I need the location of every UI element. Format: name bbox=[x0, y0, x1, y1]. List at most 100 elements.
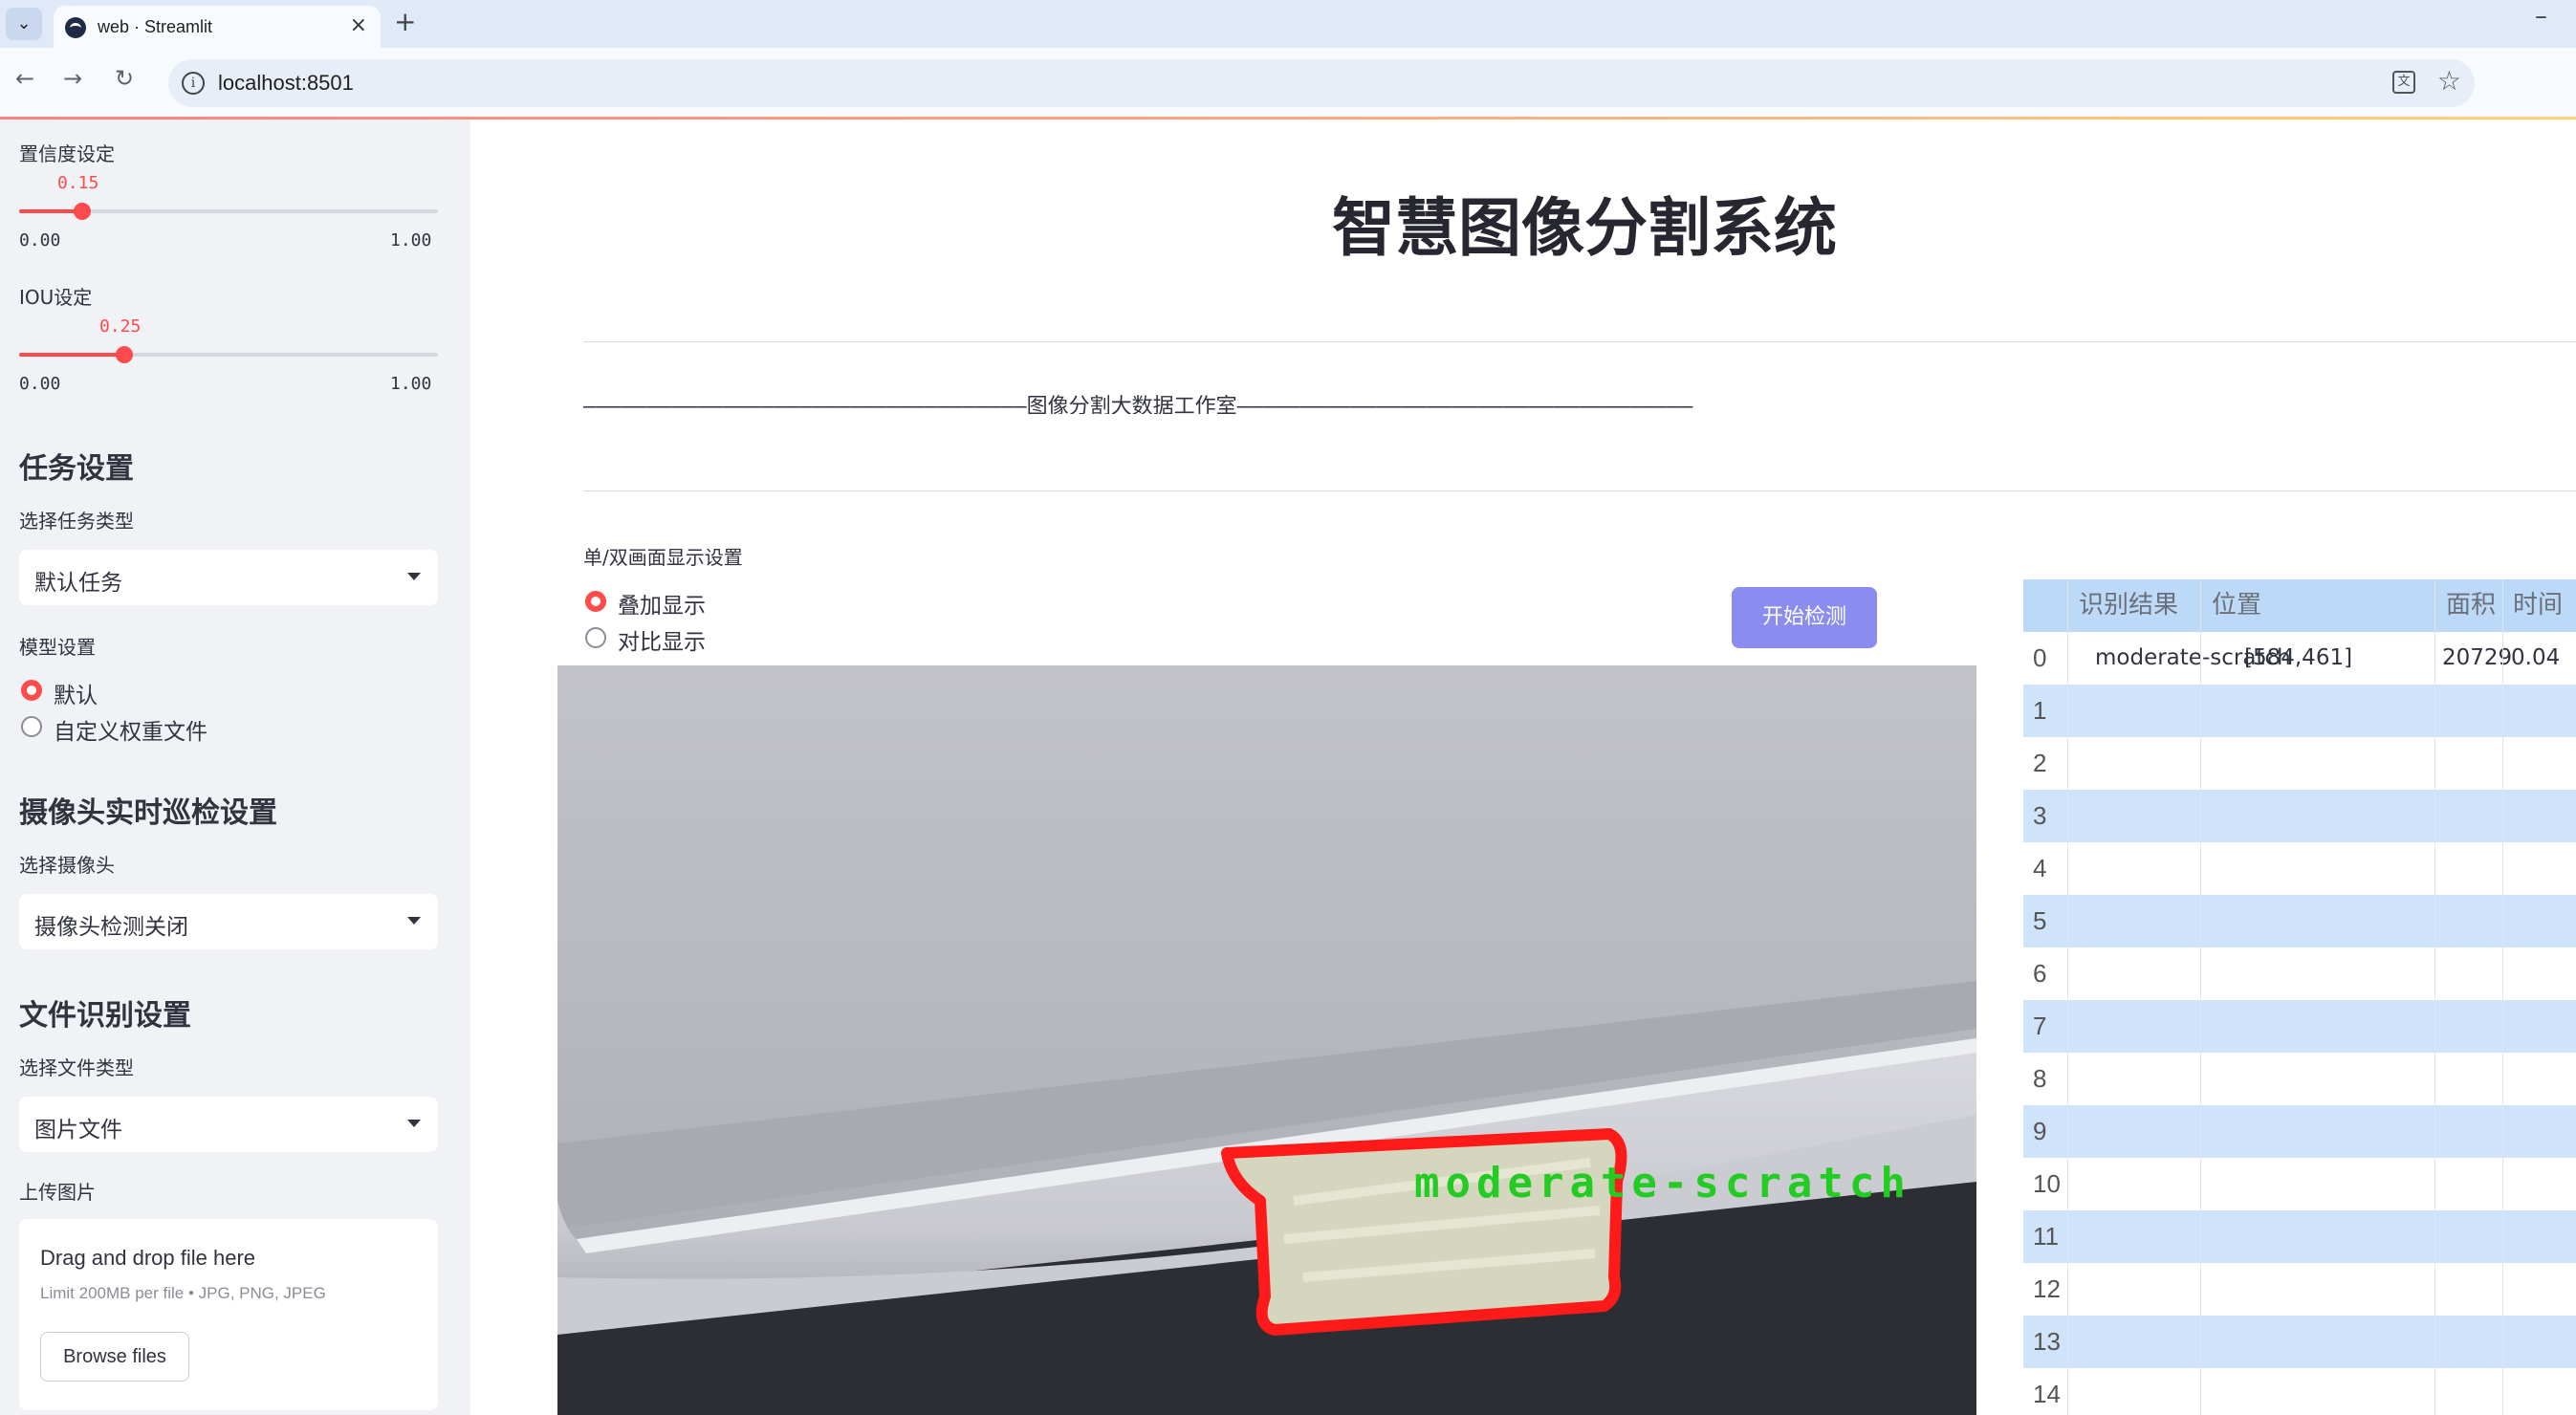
chevron-down-icon bbox=[407, 917, 421, 925]
tab-title: web · Streamlit bbox=[98, 17, 213, 36]
column-header[interactable]: 时间 bbox=[2513, 579, 2563, 632]
confidence-slider-fill bbox=[19, 209, 82, 213]
browser-tab[interactable]: web · Streamlit × bbox=[54, 6, 381, 48]
task-settings-heading: 任务设置 bbox=[19, 452, 134, 486]
table-row[interactable]: 2 bbox=[2023, 737, 2576, 790]
row-index: 1 bbox=[2033, 696, 2047, 725]
row-index: 4 bbox=[2033, 854, 2047, 882]
task-type-label: 选择任务类型 bbox=[19, 510, 134, 533]
back-arrow-icon[interactable]: ← bbox=[15, 65, 34, 92]
divider-bottom bbox=[583, 490, 2576, 491]
iou-max: 1.00 bbox=[390, 374, 432, 394]
task-type-value: 默认任务 bbox=[34, 571, 122, 596]
iou-slider[interactable] bbox=[19, 346, 438, 363]
browser-tabstrip: ⌄ web · Streamlit × + – bbox=[0, 0, 2576, 48]
table-row[interactable]: 7 bbox=[2023, 1000, 2576, 1053]
row-index: 14 bbox=[2033, 1380, 2061, 1408]
row-index: 12 bbox=[2033, 1274, 2061, 1303]
sidebar: 置信度设定 0.15 0.00 1.00 IOU设定 0.25 0.00 1.0… bbox=[0, 120, 470, 1415]
car-scratch-photo: moderate-scratch bbox=[557, 665, 1976, 1415]
row-index: 0 bbox=[2033, 643, 2047, 672]
table-row[interactable]: 0 moderate-scratch [584,461] 20729 0.04 bbox=[2023, 632, 2576, 685]
camera-select[interactable]: 摄像头检测关闭 bbox=[19, 894, 438, 949]
browse-files-button[interactable]: Browse files bbox=[40, 1332, 189, 1382]
iou-slider-fill bbox=[19, 353, 124, 357]
start-detection-button[interactable]: 开始检测 bbox=[1732, 587, 1877, 648]
row-index: 10 bbox=[2033, 1169, 2061, 1198]
table-row[interactable]: 13 bbox=[2023, 1316, 2576, 1368]
compare-display-radio[interactable] bbox=[585, 627, 606, 648]
upload-image-label: 上传图片 bbox=[19, 1181, 96, 1204]
table-row[interactable]: 14 bbox=[2023, 1368, 2576, 1415]
row-index: 7 bbox=[2033, 1012, 2047, 1040]
confidence-slider-thumb[interactable] bbox=[73, 203, 91, 220]
row-index: 5 bbox=[2033, 906, 2047, 935]
column-header[interactable]: 识别结果 bbox=[2079, 579, 2178, 632]
tab-search-chevron-icon[interactable]: ⌄ bbox=[6, 8, 42, 40]
main-content: 智慧图像分割系统 ———————————————————————————————… bbox=[470, 120, 2576, 1415]
bookmark-star-icon[interactable]: ☆ bbox=[2437, 65, 2461, 97]
camera-select-label: 选择摄像头 bbox=[19, 854, 115, 877]
streamlit-favicon-icon bbox=[65, 17, 86, 38]
reload-icon[interactable]: ↻ bbox=[115, 65, 134, 92]
time-cell: 0.04 bbox=[2511, 645, 2561, 670]
divider-top bbox=[583, 341, 2576, 342]
model-default-radio[interactable] bbox=[21, 680, 42, 701]
row-index: 8 bbox=[2033, 1064, 2047, 1093]
dropzone-limit: Limit 200MB per file • JPG, PNG, JPEG bbox=[40, 1284, 326, 1302]
file-dropzone[interactable]: Drag and drop file here Limit 200MB per … bbox=[19, 1219, 438, 1410]
browser-toolbar: ← → ↻ i localhost:8501 文 ☆ bbox=[0, 48, 2576, 117]
table-row[interactable]: 6 bbox=[2023, 947, 2576, 1000]
table-row[interactable]: 5 bbox=[2023, 895, 2576, 947]
table-row[interactable]: 11 bbox=[2023, 1210, 2576, 1263]
table-header: 识别结果 位置 面积 时间 bbox=[2023, 579, 2576, 632]
table-row[interactable]: 1 bbox=[2023, 685, 2576, 737]
site-info-icon[interactable]: i bbox=[182, 72, 205, 95]
model-settings-label: 模型设置 bbox=[19, 636, 96, 659]
new-tab-icon[interactable]: + bbox=[394, 6, 416, 37]
column-separator bbox=[2502, 579, 2503, 1415]
table-row[interactable]: 10 bbox=[2023, 1158, 2576, 1210]
model-custom-radio[interactable] bbox=[21, 716, 42, 737]
table-row[interactable]: 12 bbox=[2023, 1263, 2576, 1316]
confidence-max: 1.00 bbox=[390, 230, 432, 250]
column-separator bbox=[2434, 579, 2435, 1415]
confidence-slider[interactable] bbox=[19, 203, 438, 220]
column-header[interactable]: 面积 bbox=[2446, 579, 2496, 632]
confidence-min: 0.00 bbox=[19, 230, 61, 250]
table-row[interactable]: 4 bbox=[2023, 842, 2576, 895]
page-title: 智慧图像分割系统 bbox=[1332, 191, 1837, 265]
compare-display-label[interactable]: 对比显示 bbox=[618, 623, 706, 656]
iou-label: IOU设定 bbox=[19, 286, 93, 309]
table-row[interactable]: 3 bbox=[2023, 790, 2576, 842]
table-row[interactable]: 9 bbox=[2023, 1105, 2576, 1158]
iou-slider-thumb[interactable] bbox=[115, 346, 133, 363]
forward-arrow-icon[interactable]: → bbox=[63, 65, 82, 92]
row-index: 3 bbox=[2033, 801, 2047, 830]
chevron-down-icon bbox=[407, 573, 421, 580]
minimize-window-icon[interactable]: – bbox=[2535, 2, 2547, 31]
confidence-label: 置信度设定 bbox=[19, 142, 115, 165]
result-table[interactable]: 识别结果 位置 面积 时间 0 moderate-scratch [584,461] 2072… bbox=[2023, 579, 2576, 1415]
iou-value: 0.25 bbox=[99, 316, 142, 337]
studio-banner: ———————————————————————————————————图像分割大… bbox=[583, 395, 1693, 414]
dropzone-title: Drag and drop file here bbox=[40, 1246, 256, 1270]
close-tab-icon[interactable]: × bbox=[350, 13, 367, 37]
translate-icon[interactable]: 文 bbox=[2392, 71, 2415, 94]
overlay-display-radio[interactable] bbox=[585, 591, 606, 612]
file-settings-heading: 文件识别设置 bbox=[19, 999, 191, 1033]
address-bar[interactable]: i localhost:8501 文 ☆ bbox=[168, 59, 2475, 107]
url-text[interactable]: localhost:8501 bbox=[218, 71, 354, 96]
row-index: 2 bbox=[2033, 749, 2047, 777]
column-separator bbox=[2067, 579, 2068, 1415]
file-type-select[interactable]: 图片文件 bbox=[19, 1097, 438, 1152]
model-default-label[interactable]: 默认 bbox=[54, 677, 98, 709]
task-type-select[interactable]: 默认任务 bbox=[19, 550, 438, 605]
model-custom-label[interactable]: 自定义权重文件 bbox=[54, 713, 207, 746]
camera-select-value: 摄像头检测关闭 bbox=[34, 915, 188, 940]
table-row[interactable]: 8 bbox=[2023, 1053, 2576, 1105]
file-type-value: 图片文件 bbox=[34, 1118, 122, 1143]
overlay-display-label[interactable]: 叠加显示 bbox=[618, 587, 706, 620]
position-cell: [584,461] bbox=[2244, 645, 2353, 670]
column-header[interactable]: 位置 bbox=[2212, 579, 2261, 632]
